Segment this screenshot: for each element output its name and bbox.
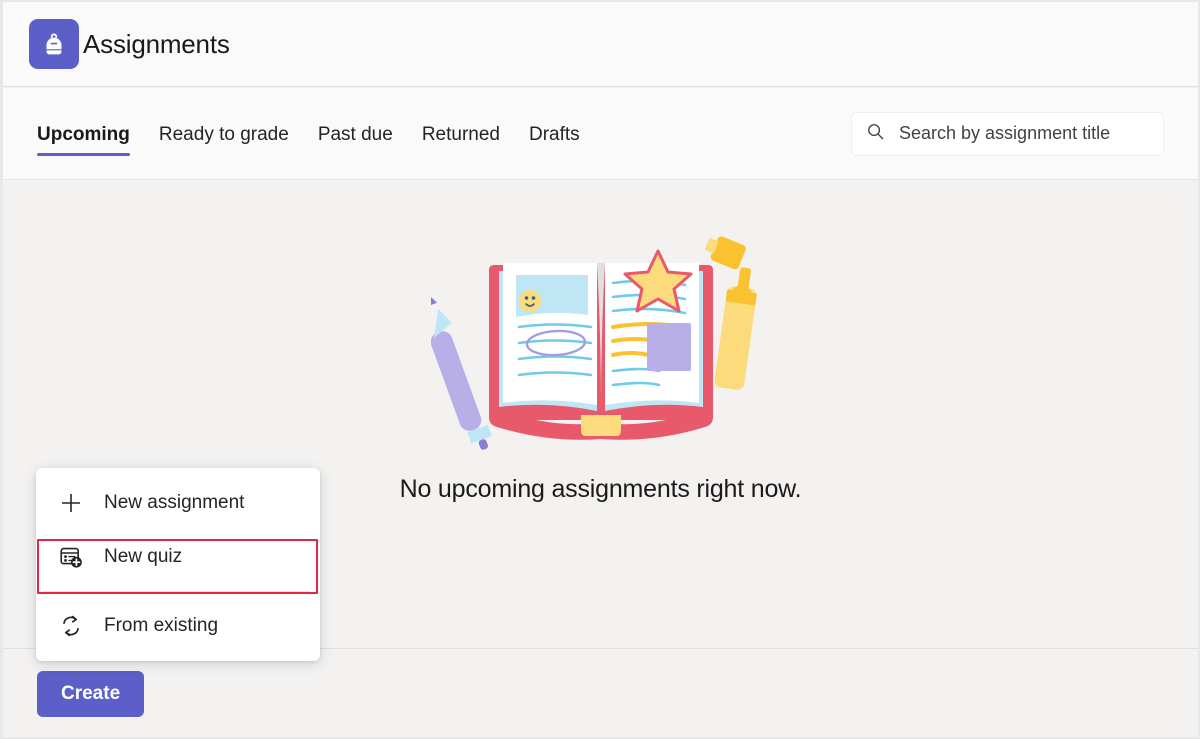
tab-upcoming[interactable]: Upcoming [37, 125, 130, 156]
search-input[interactable] [897, 122, 1149, 145]
menu-item-new-quiz[interactable]: New quiz [36, 530, 320, 584]
tab-drafts[interactable]: Drafts [529, 125, 580, 156]
search-box[interactable] [851, 111, 1164, 156]
tab-bar: Upcoming Ready to grade Past due Returne… [3, 88, 1198, 180]
tab-returned[interactable]: Returned [422, 125, 500, 156]
menu-item-label: New assignment [104, 492, 245, 513]
tab-past-due[interactable]: Past due [318, 125, 393, 156]
menu-item-label: New quiz [104, 546, 183, 567]
search-icon [866, 122, 885, 146]
open-book-illustration [430, 236, 757, 450]
menu-item-label: From existing [104, 615, 219, 636]
tab-ready-to-grade[interactable]: Ready to grade [159, 125, 289, 156]
assignments-app-window: Assignments Upcoming Ready to grade Past… [0, 0, 1200, 739]
sync-arrows-icon [58, 613, 84, 639]
quiz-form-add-icon [58, 544, 84, 570]
page-title: Assignments [83, 28, 230, 59]
empty-state-text: No upcoming assignments right now. [399, 475, 802, 503]
menu-separator [42, 591, 310, 592]
backpack-icon [29, 19, 79, 69]
menu-item-from-existing[interactable]: From existing [36, 599, 320, 653]
menu-item-new-assignment[interactable]: New assignment [36, 476, 320, 530]
create-menu: New assignment New quiz From existing [36, 468, 320, 661]
footer-bar: Create [3, 650, 1198, 737]
app-header: Assignments [3, 2, 1198, 87]
tab-list: Upcoming Ready to grade Past due Returne… [37, 112, 580, 156]
plus-icon [58, 490, 84, 516]
create-button[interactable]: Create [37, 670, 145, 717]
